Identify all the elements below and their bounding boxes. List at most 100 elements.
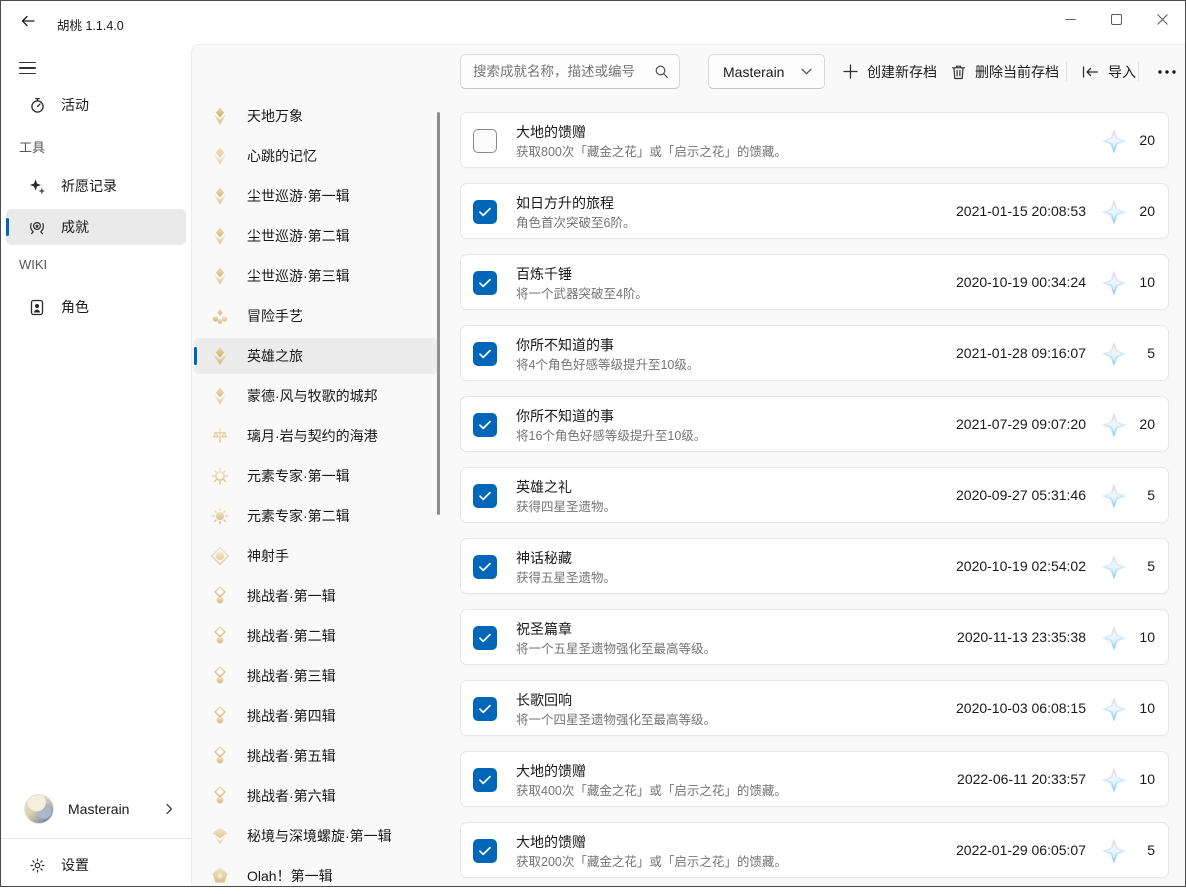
category-item[interactable]: 心跳的记忆 <box>194 138 438 174</box>
category-emblem-icon <box>210 826 230 846</box>
achievement-checkbox[interactable] <box>473 768 497 792</box>
user-name: Masterain <box>68 801 129 817</box>
back-button[interactable] <box>11 5 45 39</box>
achievement-description: 将一个四星圣遗物强化至最高等级。 <box>516 711 716 729</box>
sidebar-item-achievements[interactable]: 成就 <box>6 209 186 245</box>
category-emblem-icon <box>210 346 230 366</box>
achievement-date: 2022-01-29 06:05:07 <box>956 823 1086 877</box>
category-label: 尘世巡游·第一辑 <box>247 186 350 206</box>
delete-archive-button[interactable]: 删除当前存档 <box>943 54 1067 89</box>
achievement-description: 将4个角色好感等级提升至10级。 <box>516 356 699 374</box>
category-item[interactable]: 天地万象 <box>194 98 438 134</box>
back-arrow-icon <box>20 13 36 29</box>
selected-indicator <box>194 347 197 365</box>
achievement-card[interactable]: 大地的馈赠 获取400次「藏金之花」或「启示之花」的馈藏。 2022-06-11… <box>460 751 1169 807</box>
achievement-checkbox[interactable] <box>473 129 497 153</box>
primogem-icon <box>1101 625 1127 651</box>
sidebar-item-characters[interactable]: 角色 <box>6 289 186 325</box>
achievement-card[interactable]: 如日方升的旅程 角色首次突破至6阶。 2021-01-15 20:08:53 2… <box>460 183 1169 239</box>
achievement-date: 2021-01-15 20:08:53 <box>956 184 1086 238</box>
archive-select[interactable]: Masterain <box>708 54 825 89</box>
reward-count: 5 <box>1131 539 1155 593</box>
category-emblem-icon <box>210 666 230 686</box>
category-scrollbar[interactable] <box>437 112 440 515</box>
search-icon <box>654 64 669 79</box>
category-item[interactable]: 挑战者·第四辑 <box>194 698 438 734</box>
maximize-button[interactable] <box>1093 1 1139 37</box>
category-item[interactable]: 尘世巡游·第三辑 <box>194 258 438 294</box>
category-item[interactable]: 挑战者·第六辑 <box>194 778 438 814</box>
category-item[interactable]: 挑战者·第五辑 <box>194 738 438 774</box>
sidebar-item-wish-records[interactable]: 祈愿记录 <box>6 168 186 204</box>
achievement-checkbox[interactable] <box>473 555 497 579</box>
reward-count: 5 <box>1131 823 1155 877</box>
import-button[interactable]: 导入 <box>1074 54 1144 89</box>
category-item[interactable]: 蒙德·风与牧歌的城邦 <box>194 378 438 414</box>
minimize-icon <box>1065 14 1076 25</box>
achievement-checkbox[interactable] <box>473 626 497 650</box>
category-label: 璃月·岩与契约的海港 <box>247 426 378 446</box>
category-label: 英雄之旅 <box>247 346 303 366</box>
achievement-card[interactable]: 你所不知道的事 将4个角色好感等级提升至10级。 2021-01-28 09:1… <box>460 325 1169 381</box>
category-item[interactable]: 尘世巡游·第一辑 <box>194 178 438 214</box>
chevron-right-icon <box>163 803 175 815</box>
achievement-card[interactable]: 神话秘藏 获得五星圣遗物。 2020-10-19 02:54:02 5 <box>460 538 1169 594</box>
category-item[interactable]: Olah！第一辑 <box>194 858 438 894</box>
achievement-checkbox[interactable] <box>473 484 497 508</box>
reward-count: 10 <box>1131 752 1155 806</box>
achievement-card[interactable]: 百炼千锤 将一个武器突破至4阶。 2020-10-19 00:34:24 10 <box>460 254 1169 310</box>
create-archive-button[interactable]: 创建新存档 <box>835 54 945 89</box>
primogem-icon <box>1101 696 1127 722</box>
achievement-checkbox[interactable] <box>473 200 497 224</box>
category-item[interactable]: 挑战者·第三辑 <box>194 658 438 694</box>
achievement-card[interactable]: 大地的馈赠 获取200次「藏金之花」或「启示之花」的馈藏。 2022-01-29… <box>460 822 1169 878</box>
achievement-date: 2021-07-29 09:07:20 <box>956 397 1086 451</box>
category-item[interactable]: 冒险手艺 <box>194 298 438 334</box>
category-label: 挑战者·第二辑 <box>247 626 336 646</box>
category-item[interactable]: 元素专家·第一辑 <box>194 458 438 494</box>
category-item[interactable]: 秘境与深境螺旋·第一辑 <box>194 818 438 854</box>
category-item[interactable]: 璃月·岩与契约的海港 <box>194 418 438 454</box>
check-icon <box>479 704 491 714</box>
more-button[interactable] <box>1146 54 1186 89</box>
category-item[interactable]: 元素专家·第二辑 <box>194 498 438 534</box>
sidebar-item-activity[interactable]: 活动 <box>6 87 186 123</box>
category-label: 天地万象 <box>247 106 303 126</box>
achievement-wreath-icon <box>27 218 47 236</box>
category-item[interactable]: 尘世巡游·第二辑 <box>194 218 438 254</box>
achievement-description: 获得五星圣遗物。 <box>516 569 616 587</box>
achievement-title: 你所不知道的事 <box>516 406 614 426</box>
achievement-card[interactable]: 祝圣篇章 将一个五星圣遗物强化至最高等级。 2020-11-13 23:35:3… <box>460 609 1169 665</box>
achievement-card[interactable]: 大地的馈赠 获取800次「藏金之花」或「启示之花」的馈藏。 20 <box>460 112 1169 168</box>
achievement-checkbox[interactable] <box>473 413 497 437</box>
category-label: 尘世巡游·第三辑 <box>247 266 350 286</box>
user-profile-row[interactable]: Masterain <box>1 785 191 833</box>
category-item[interactable]: 挑战者·第二辑 <box>194 618 438 654</box>
category-item[interactable]: 挑战者·第一辑 <box>194 578 438 614</box>
category-label: 蒙德·风与牧歌的城邦 <box>247 386 378 406</box>
import-arrow-icon <box>1082 65 1099 79</box>
achievement-card[interactable]: 你所不知道的事 将16个角色好感等级提升至10级。 2021-07-29 09:… <box>460 396 1169 452</box>
achievement-checkbox[interactable] <box>473 271 497 295</box>
content-area: Masterain 创建新存档 删除当前存档 导入 <box>191 44 1185 886</box>
sidebar-item-settings[interactable]: 设置 <box>6 847 186 883</box>
check-icon <box>479 633 491 643</box>
category-emblem-icon <box>210 466 230 486</box>
achievement-card[interactable]: 长歌回响 将一个四星圣遗物强化至最高等级。 2020-10-03 06:08:1… <box>460 680 1169 736</box>
achievement-checkbox[interactable] <box>473 839 497 863</box>
minimize-button[interactable] <box>1047 1 1093 37</box>
achievement-checkbox[interactable] <box>473 342 497 366</box>
category-label: 挑战者·第一辑 <box>247 586 336 606</box>
close-button[interactable] <box>1139 1 1185 37</box>
achievement-checkbox[interactable] <box>473 697 497 721</box>
category-emblem-icon <box>210 186 230 206</box>
achievement-card[interactable]: 英雄之礼 获得四星圣遗物。 2020-09-27 05:31:46 5 <box>460 467 1169 523</box>
primogem-icon <box>1101 838 1127 864</box>
hamburger-menu-button[interactable] <box>7 52 47 84</box>
avatar <box>24 794 54 824</box>
category-item-selected[interactable]: 英雄之旅 <box>194 338 438 374</box>
category-item[interactable]: 神射手 <box>194 538 438 574</box>
category-label: 挑战者·第三辑 <box>247 666 336 686</box>
reward-count: 5 <box>1131 468 1155 522</box>
search-input[interactable] <box>461 64 654 79</box>
